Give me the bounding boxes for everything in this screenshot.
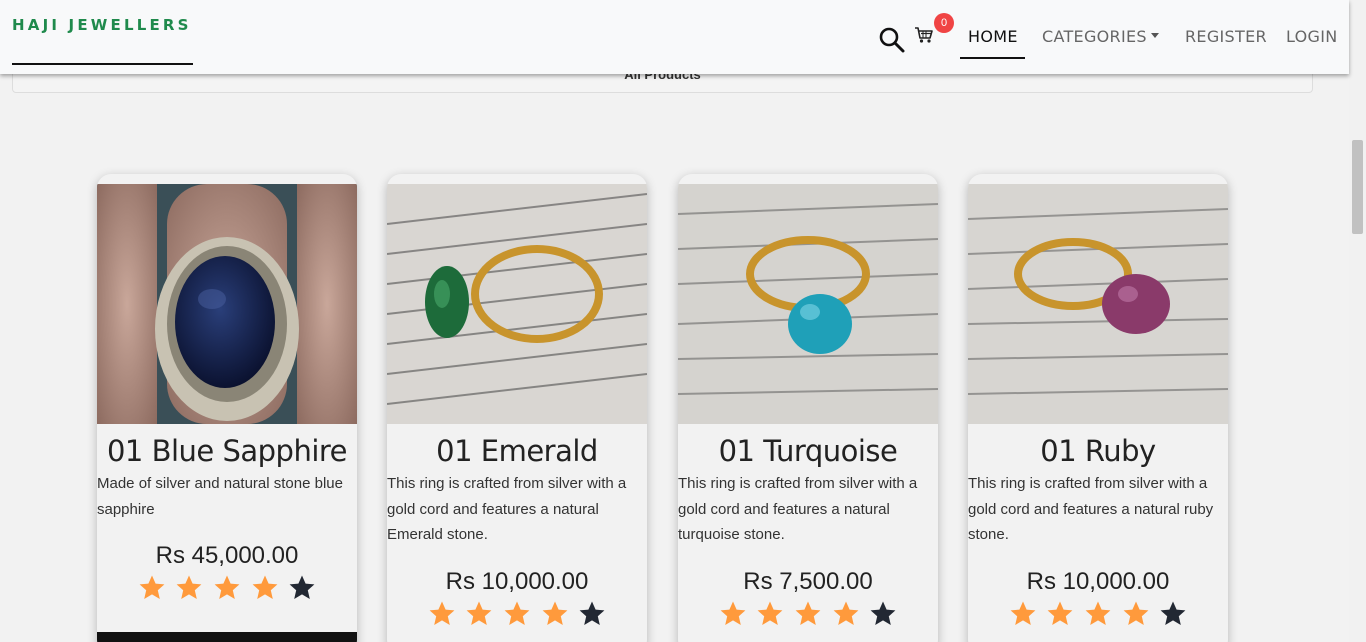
product-image[interactable]: [387, 184, 647, 424]
product-price: Rs 45,000.00: [155, 542, 299, 569]
product-image[interactable]: [97, 184, 357, 424]
nav-categories-label: CATEGORIES: [1042, 27, 1147, 46]
product-card[interactable]: 01 Emerald This ring is crafted from sil…: [387, 174, 647, 642]
nav-register[interactable]: REGISTER: [1185, 27, 1267, 46]
brand-logo[interactable]: HAJI JEWELLERS: [12, 16, 192, 34]
star-filled-icon: [465, 600, 493, 628]
product-rating: [387, 600, 647, 628]
star-filled-icon: [1046, 600, 1074, 628]
product-rating: [968, 600, 1228, 628]
product-description: This ring is crafted from silver with a …: [968, 475, 1214, 543]
star-filled-icon: [428, 600, 456, 628]
star-empty-icon: [1159, 600, 1187, 628]
product-name[interactable]: 01 Blue Sapphire: [97, 434, 357, 468]
caret-down-icon: [1150, 33, 1159, 38]
product-name[interactable]: 01 Turquoise: [678, 434, 938, 468]
star-filled-icon: [794, 600, 822, 628]
star-filled-icon: [213, 574, 241, 602]
search-icon[interactable]: [878, 26, 906, 54]
star-filled-icon: [251, 574, 279, 602]
product-price: Rs 7,500.00: [743, 568, 873, 595]
brand-underline: [12, 63, 193, 65]
star-empty-icon: [288, 574, 316, 602]
nav-home[interactable]: HOME: [968, 27, 1018, 46]
product-image[interactable]: [968, 184, 1228, 424]
star-filled-icon: [541, 600, 569, 628]
star-filled-icon: [138, 574, 166, 602]
star-filled-icon: [175, 574, 203, 602]
nav-categories-dropdown[interactable]: CATEGORIES: [1042, 27, 1159, 46]
star-filled-icon: [1009, 600, 1037, 628]
product-name[interactable]: 01 Emerald: [387, 434, 647, 468]
star-filled-icon: [832, 600, 860, 628]
product-rating: [97, 574, 357, 602]
product-rating: [678, 600, 938, 628]
product-card[interactable]: 01 Turquoise This ring is crafted from s…: [678, 174, 938, 642]
product-card[interactable]: 01 Blue Sapphire Made of silver and natu…: [97, 174, 357, 642]
star-empty-icon: [869, 600, 897, 628]
star-filled-icon: [503, 600, 531, 628]
product-description: This ring is crafted from silver with a …: [678, 475, 918, 543]
nav-login[interactable]: LOGIN: [1286, 27, 1338, 46]
star-filled-icon: [756, 600, 784, 628]
page-scrollbar[interactable]: [1349, 0, 1366, 642]
product-price: Rs 10,000.00: [1026, 568, 1170, 595]
product-name[interactable]: 01 Ruby: [968, 434, 1228, 468]
navbar: HAJI JEWELLERS 0 HOME CATEGORIES REGISTE…: [0, 0, 1349, 74]
star-filled-icon: [1122, 600, 1150, 628]
nav-home-underline: [960, 57, 1025, 59]
star-filled-icon: [719, 600, 747, 628]
star-empty-icon: [578, 600, 606, 628]
product-description: Made of silver and natural stone blue sa…: [97, 475, 343, 518]
product-description: This ring is crafted from silver with a …: [387, 475, 627, 543]
product-image[interactable]: [678, 184, 938, 424]
product-price: Rs 10,000.00: [445, 568, 589, 595]
scrollbar-thumb[interactable]: [1352, 140, 1363, 234]
product-card[interactable]: 01 Ruby This ring is crafted from silver…: [968, 174, 1228, 642]
add-to-cart-button[interactable]: [97, 632, 357, 642]
star-filled-icon: [1084, 600, 1112, 628]
cart-icon[interactable]: [914, 26, 936, 46]
cart-count-badge: 0: [934, 13, 954, 33]
